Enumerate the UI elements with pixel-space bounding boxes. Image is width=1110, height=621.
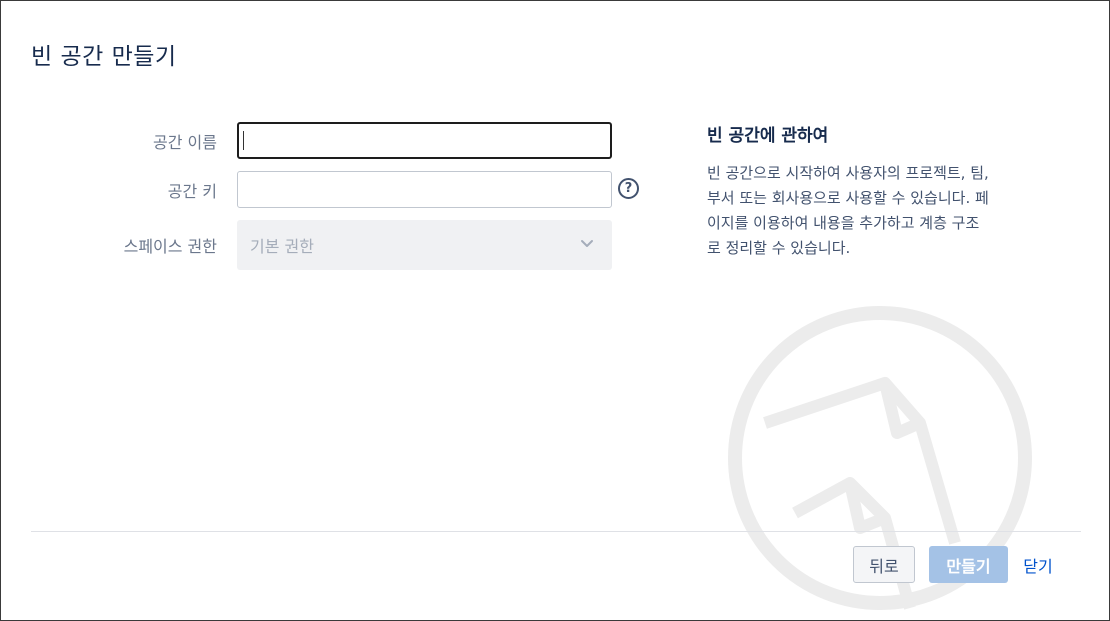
about-line-3: 이지를 이용하여 내용을 추가하고 계층 구조 [707,214,980,232]
permission-label-wrap: 스페이스 권한 [61,225,217,265]
about-title: 빈 공간에 관하여 [707,126,829,146]
space-name-label-wrap: 공간 이름 [61,121,217,161]
about-line-2: 부서 또는 회사용으로 사용할 수 있습니다. 페 [707,189,989,207]
permission-select[interactable]: 기본 권한 [237,220,612,270]
chevron-down-icon [581,240,593,247]
create-space-dialog: 빈 공간 만들기 공간 이름 공간 키 ? 스페이스 권한 기본 권한 빈 공간… [0,0,1110,621]
dialog-title: 빈 공간 만들기 [31,44,177,70]
close-link[interactable]: 닫기 [1015,546,1061,583]
back-button[interactable]: 뒤로 [853,546,915,583]
space-name-input[interactable] [237,122,612,159]
space-key-label: 공간 키 [167,182,217,201]
space-name-label: 공간 이름 [153,133,217,152]
footer-divider [31,531,1081,532]
text-caret [243,131,244,150]
create-button[interactable]: 만들기 [929,546,1008,583]
about-line-1: 빈 공간으로 시작하여 사용자의 프로젝트, 팀, [707,164,989,182]
permission-label: 스페이스 권한 [123,237,217,256]
help-icon[interactable]: ? [618,178,639,199]
space-key-label-wrap: 공간 키 [61,170,217,210]
permission-selected-value: 기본 권한 [250,237,314,256]
about-description: 빈 공간으로 시작하여 사용자의 프로젝트, 팀, 부서 또는 회사용으로 사용… [707,161,1067,261]
space-key-input[interactable] [237,171,612,208]
about-line-4: 로 정리할 수 있습니다. [707,239,851,257]
